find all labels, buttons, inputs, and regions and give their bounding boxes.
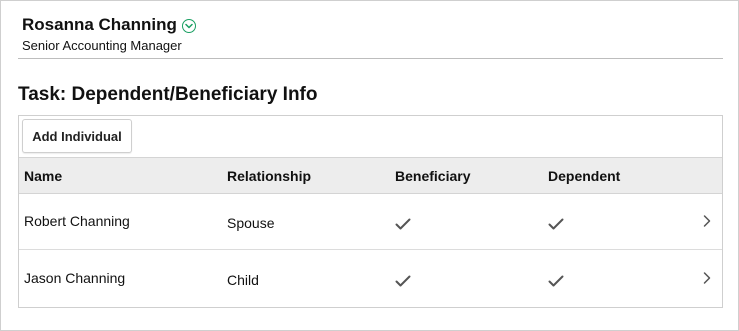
- row-relationship: Child: [227, 272, 259, 288]
- chevron-down-circle-icon[interactable]: [181, 18, 196, 33]
- header-divider: [18, 58, 723, 59]
- row-name: Jason Channing: [24, 270, 126, 286]
- chevron-down-glyph: [185, 23, 193, 28]
- column-header-relationship: Relationship: [227, 168, 312, 184]
- person-header: Rosanna Channing Senior Accounting Manag…: [22, 15, 196, 53]
- page-title: Task: Dependent/Beneficiary Info: [18, 84, 318, 105]
- chevron-right-icon[interactable]: [702, 271, 712, 285]
- table-row[interactable]: Robert Channing Spouse: [19, 194, 722, 250]
- checkmark-icon: [548, 218, 564, 230]
- table-header: Name Relationship Beneficiary Dependent: [19, 157, 722, 194]
- row-name: Robert Channing: [24, 213, 130, 229]
- person-job-title: Senior Accounting Manager: [22, 38, 182, 53]
- column-header-name: Name: [24, 168, 63, 184]
- page-frame: Rosanna Channing Senior Accounting Manag…: [0, 0, 739, 331]
- person-name-row: Rosanna Channing: [22, 15, 196, 35]
- table-row[interactable]: Jason Channing Child: [19, 251, 722, 307]
- card-toolbar: Add Individual: [19, 116, 722, 157]
- column-header-dependent: Dependent: [548, 168, 621, 184]
- person-name: Rosanna Channing: [22, 15, 177, 34]
- checkmark-icon: [395, 275, 411, 287]
- row-relationship: Spouse: [227, 215, 275, 231]
- chevron-right-icon[interactable]: [702, 214, 712, 228]
- checkmark-icon: [548, 275, 564, 287]
- checkmark-icon: [395, 218, 411, 230]
- column-header-beneficiary: Beneficiary: [395, 168, 471, 184]
- dependents-card: Add Individual Name Relationship Benefic…: [18, 115, 723, 308]
- add-individual-button[interactable]: Add Individual: [22, 119, 132, 153]
